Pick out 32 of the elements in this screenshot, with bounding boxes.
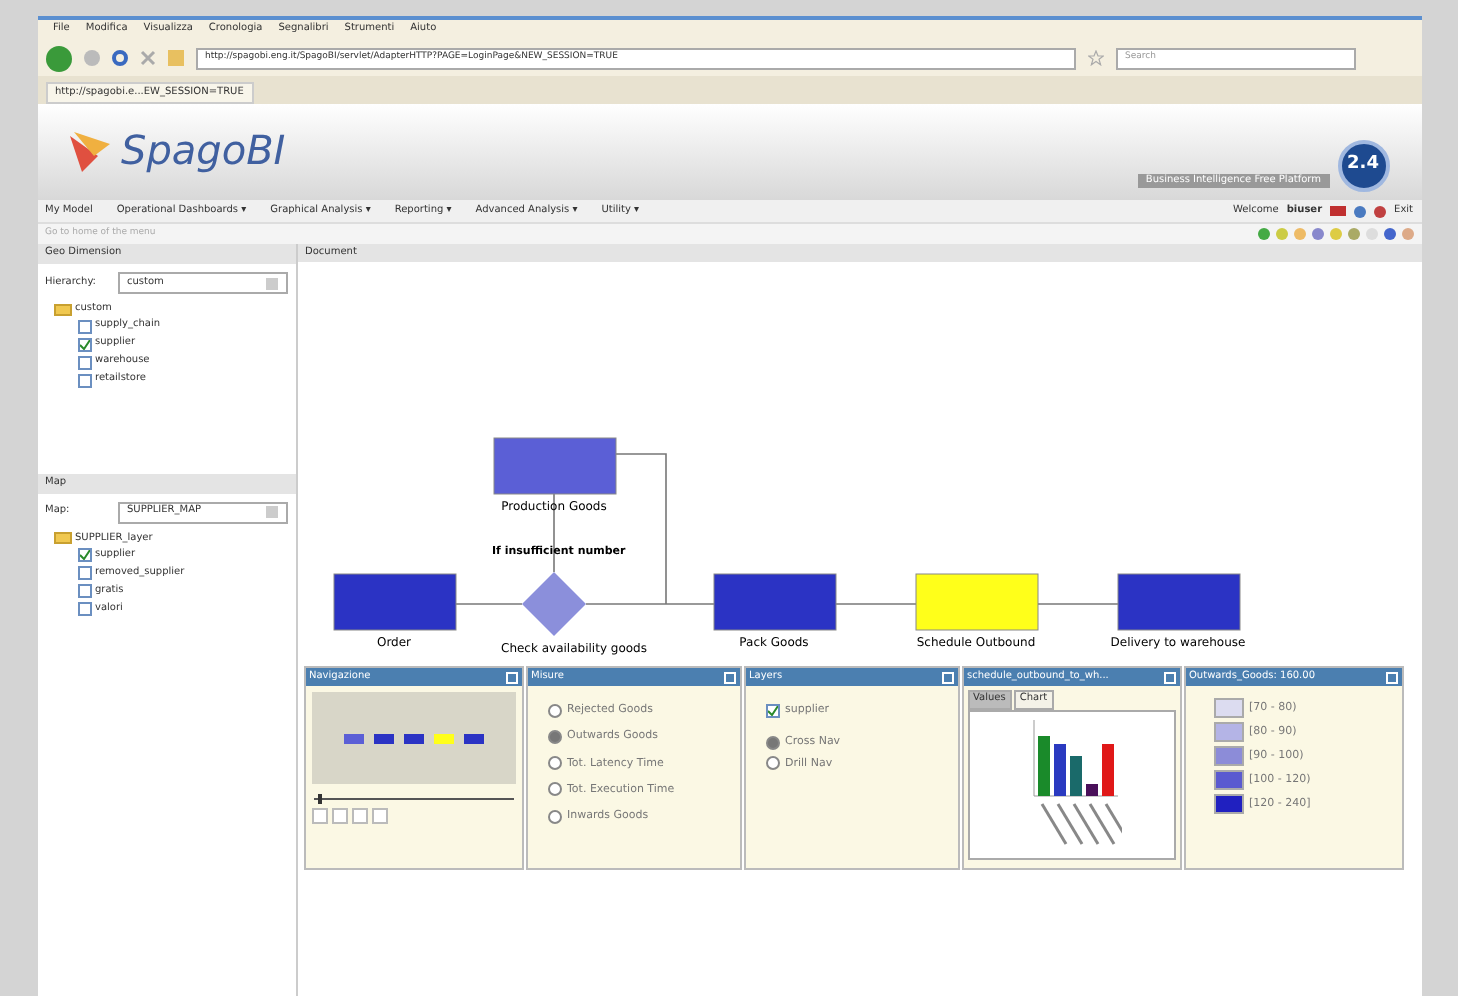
- logo-icon: [69, 128, 113, 172]
- connector-line: [552, 493, 554, 573]
- radio-button[interactable]: [547, 729, 561, 744]
- radio-button[interactable]: [547, 756, 561, 771]
- version-badge: 2.4: [1337, 140, 1389, 192]
- checkbox[interactable]: [77, 337, 91, 351]
- checkbox[interactable]: [77, 584, 91, 598]
- radio-button[interactable]: [547, 809, 561, 824]
- checkbox[interactable]: [765, 703, 779, 718]
- connector-line: [454, 603, 522, 605]
- radio-button[interactable]: [547, 703, 561, 718]
- maximize-icon[interactable]: [1163, 671, 1175, 683]
- folder-icon: [53, 303, 71, 316]
- maximize-icon[interactable]: [723, 671, 735, 683]
- checkbox[interactable]: [77, 602, 91, 616]
- connector-line: [1036, 603, 1118, 605]
- checkbox[interactable]: [77, 319, 91, 333]
- connector-line: [834, 603, 916, 605]
- maximize-icon[interactable]: [505, 671, 517, 683]
- radio-button[interactable]: [765, 756, 779, 771]
- checkbox[interactable]: [77, 548, 91, 562]
- star-icon[interactable]: [1087, 50, 1103, 66]
- checkbox[interactable]: [77, 355, 91, 369]
- folder-icon: [53, 532, 71, 545]
- maximize-icon[interactable]: [1385, 671, 1397, 683]
- logo-text: SpagoBI: [121, 130, 286, 170]
- checkbox[interactable]: [77, 373, 91, 387]
- checkbox[interactable]: [77, 566, 91, 580]
- maximize-icon[interactable]: [941, 671, 953, 683]
- radio-button[interactable]: [765, 735, 779, 750]
- stop-icon[interactable]: [139, 50, 155, 66]
- radio-button[interactable]: [547, 782, 561, 797]
